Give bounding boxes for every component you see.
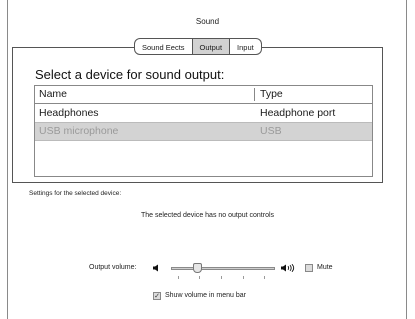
device-type: Headphone port bbox=[260, 107, 336, 119]
show-volume-checkbox[interactable]: ✓ bbox=[153, 292, 161, 300]
column-header-name[interactable]: Name bbox=[39, 86, 67, 103]
output-heading: Select a device for sound output: bbox=[35, 67, 225, 82]
column-header-type[interactable]: Type bbox=[260, 86, 283, 103]
no-controls-message: The selected device has no output contro… bbox=[140, 212, 275, 219]
window-title: Sound bbox=[195, 17, 220, 26]
slider-tick bbox=[221, 276, 222, 279]
device-table: Name Type Headphones Headphone port USB … bbox=[34, 85, 373, 177]
tab-input[interactable]: Input bbox=[230, 38, 262, 55]
tab-sound-effects[interactable]: Sound Eects bbox=[134, 38, 193, 55]
slider-tick bbox=[178, 276, 179, 279]
show-volume-label[interactable]: Shuw volume in menu bar bbox=[165, 292, 246, 299]
speaker-low-icon bbox=[153, 264, 161, 275]
device-type: USB bbox=[260, 125, 282, 137]
slider-tick bbox=[199, 276, 200, 279]
tab-bar: Sound Eects Output Input bbox=[134, 38, 262, 55]
table-header: Name Type bbox=[35, 86, 372, 104]
volume-slider-track[interactable] bbox=[171, 267, 275, 270]
settings-label: Settings for the selected device: bbox=[29, 190, 122, 197]
device-name: Headphones bbox=[39, 107, 99, 119]
slider-tick bbox=[264, 276, 265, 279]
output-volume-label: Output volume: bbox=[89, 264, 137, 271]
speaker-high-icon bbox=[281, 263, 295, 275]
mute-label[interactable]: Mute bbox=[317, 264, 333, 271]
device-row-headphones[interactable]: Headphones Headphone port bbox=[35, 105, 372, 123]
column-divider bbox=[254, 88, 255, 101]
slider-tick bbox=[243, 276, 244, 279]
device-row-usb-microphone[interactable]: USB microphone USB bbox=[35, 123, 372, 141]
mute-checkbox[interactable] bbox=[305, 264, 313, 272]
volume-slider-thumb[interactable] bbox=[192, 263, 202, 273]
device-name: USB microphone bbox=[39, 125, 119, 137]
tab-output[interactable]: Output bbox=[192, 38, 231, 55]
